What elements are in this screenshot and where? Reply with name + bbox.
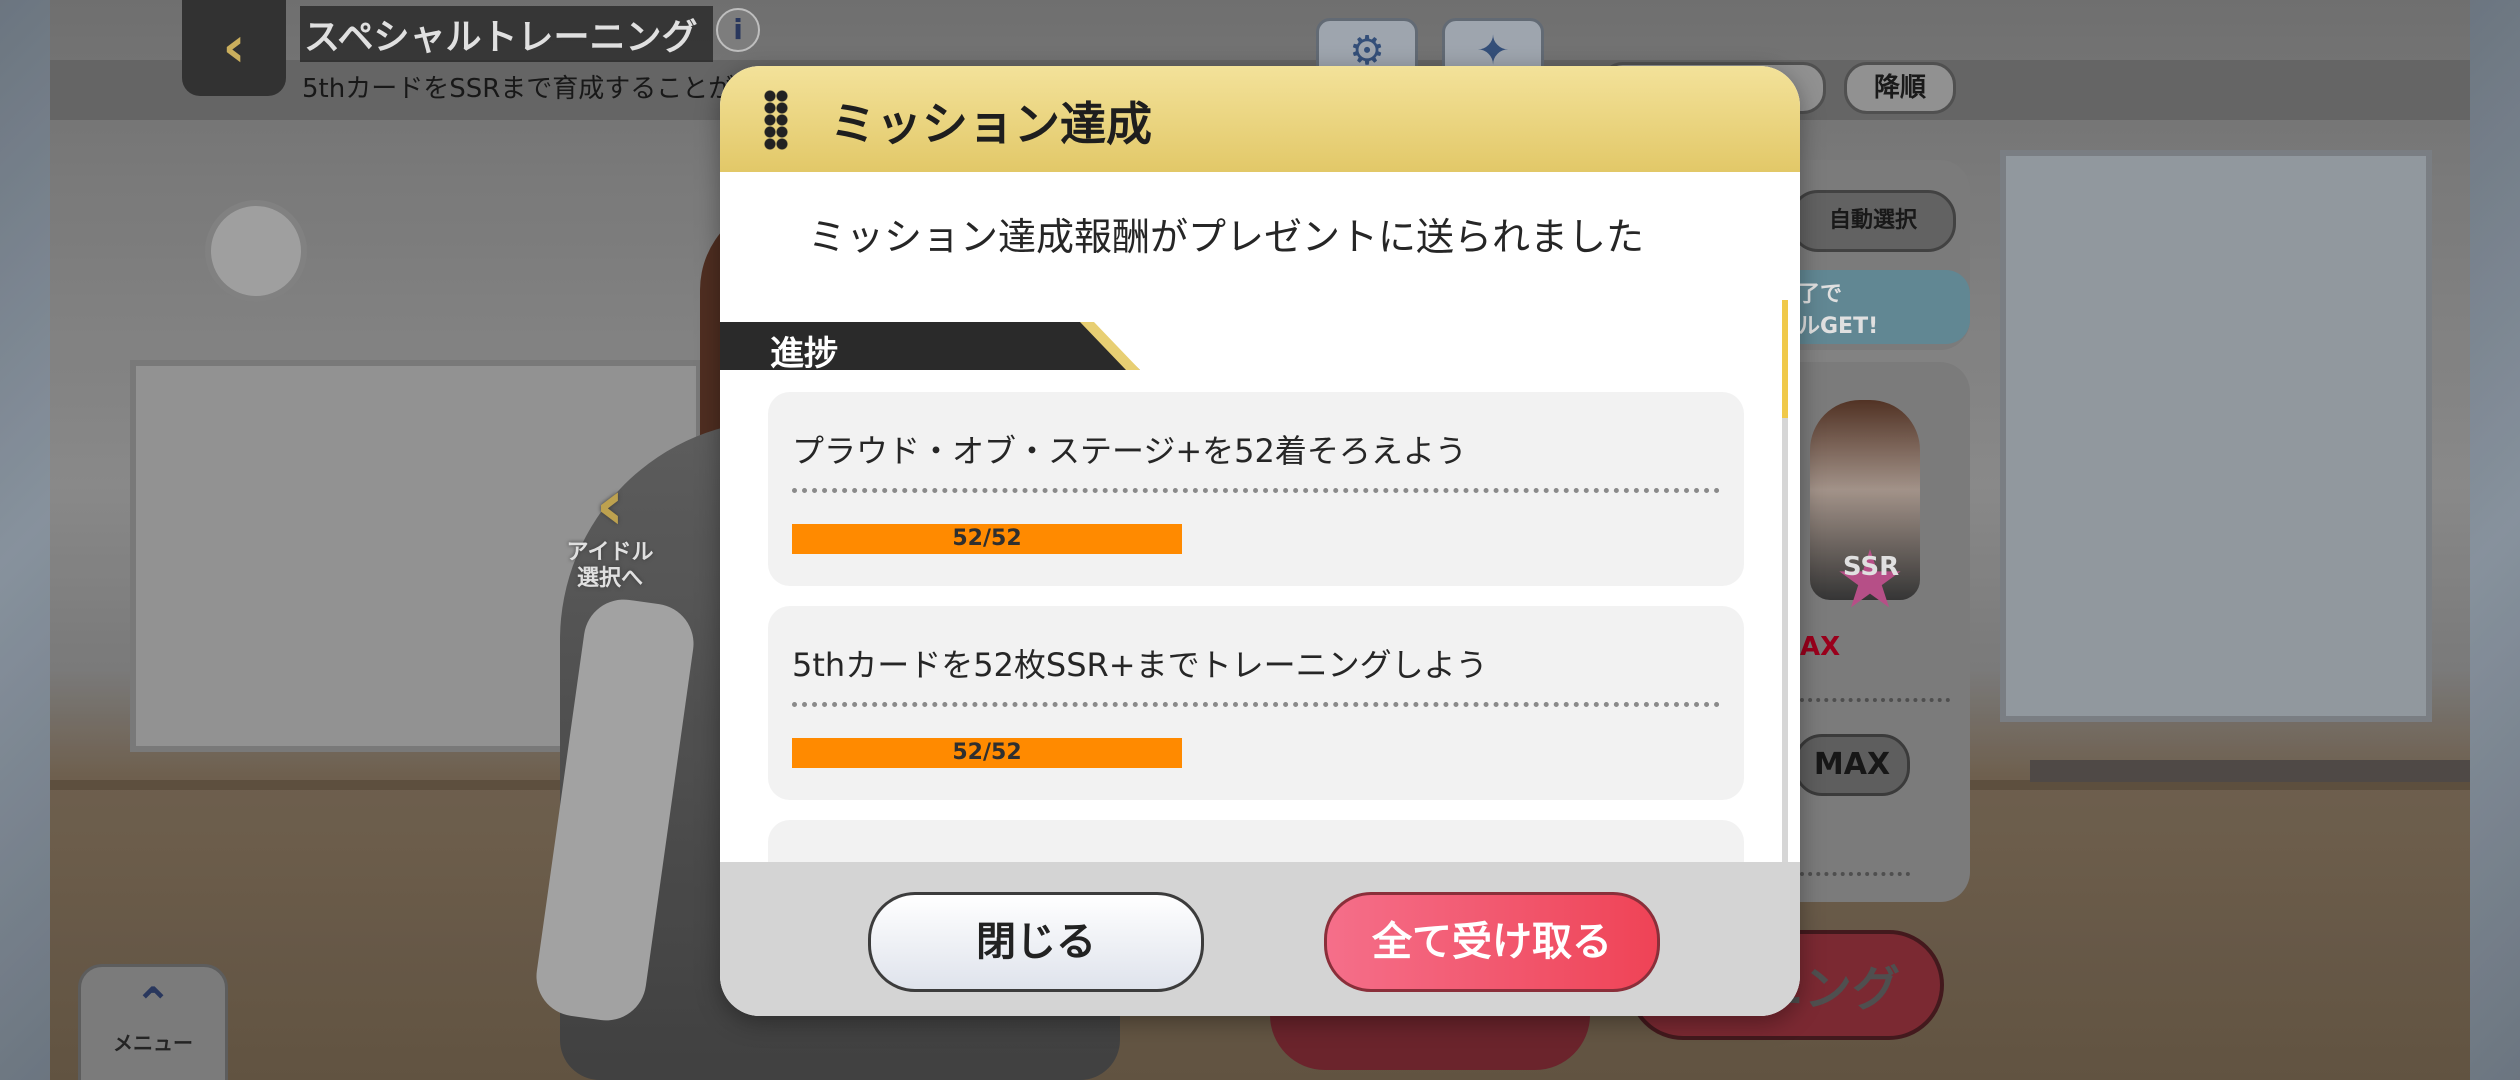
- dialog-title: ミッション達成: [830, 97, 1152, 151]
- mission-list[interactable]: プラウド・オブ・ステージ+を52着そろえよう 52/52 5thカードを52枚S…: [768, 392, 1768, 906]
- progress-count: 52/52: [952, 526, 1022, 551]
- progress-bar: 52/52: [792, 738, 1182, 768]
- divider: [792, 488, 1720, 493]
- section-label: 進捗: [770, 334, 838, 374]
- game-screen: ‹ スペシャルトレーニング i 5thカードをSSRまで育成することが ⚙ ✦ …: [0, 0, 2520, 1080]
- mission-text: 5thカードを52枚SSR+までトレーニングしよう: [792, 646, 1488, 684]
- dialog-message: ミッション達成報酬がプレゼントに送られました: [808, 215, 1645, 259]
- receive-all-button[interactable]: 全て受け取る: [1324, 892, 1660, 992]
- mission-card: プラウド・オブ・ステージ+を52着そろえよう 52/52: [768, 392, 1744, 586]
- progress-count: 52/52: [952, 740, 1022, 765]
- close-button[interactable]: 閉じる: [868, 892, 1204, 992]
- scrollbar-thumb[interactable]: [1782, 300, 1788, 418]
- drag-handle-icon[interactable]: [764, 90, 788, 150]
- mission-complete-dialog: ミッション達成 ミッション達成報酬がプレゼントに送られました 進捗 プラウド・オ…: [720, 66, 1800, 1016]
- progress-bar: 52/52: [792, 524, 1182, 554]
- divider: [792, 702, 1720, 707]
- dialog-header: ミッション達成: [720, 66, 1800, 172]
- mission-card: 5thカードを52枚SSR+までトレーニングしよう 52/52: [768, 606, 1744, 800]
- mission-text: プラウド・オブ・ステージ+を52着そろえよう: [792, 432, 1467, 470]
